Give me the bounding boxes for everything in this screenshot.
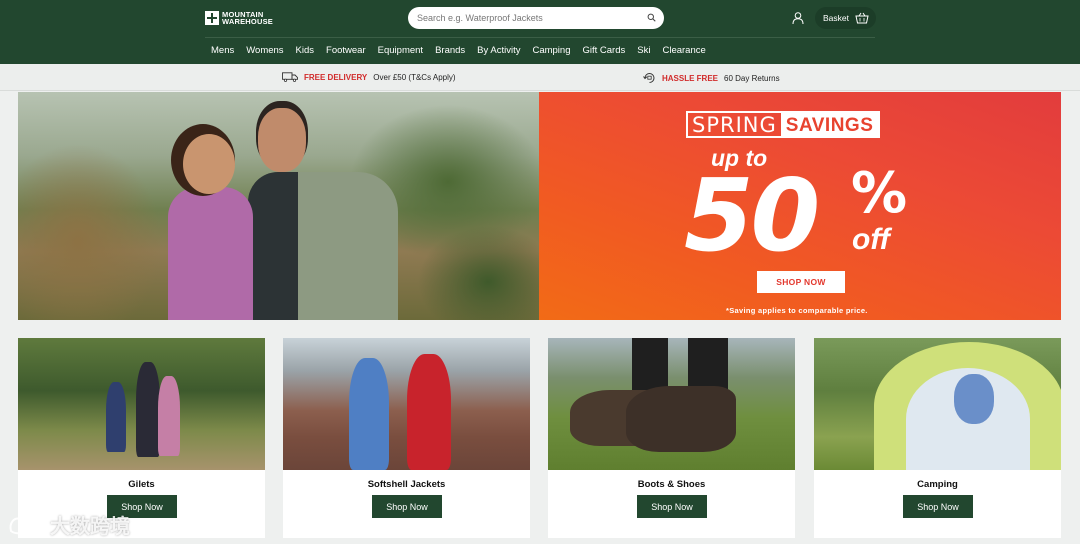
hero-shop-now-button[interactable]: SHOP NOW [757, 271, 845, 293]
promo-title-savings: SAVINGS [780, 113, 879, 136]
category-card-camping[interactable]: Camping Shop Now [814, 338, 1061, 538]
delivery-text: Over £50 (T&Cs Apply) [373, 72, 456, 82]
card-title-boots: Boots & Shoes [637, 479, 706, 490]
hero-man-head [258, 108, 306, 172]
basket-label: Basket [823, 13, 849, 23]
shop-now-button-camping[interactable]: Shop Now [903, 495, 973, 518]
gilets-photo [18, 338, 265, 470]
hero-banner[interactable]: SPRING SAVINGS up to 50 % off SHOP NOW *… [18, 92, 1061, 320]
promo-title: SPRING SAVINGS [686, 111, 881, 138]
nav-item-clearance[interactable]: Clearance [656, 44, 711, 58]
hero-promo-panel: SPRING SAVINGS up to 50 % off SHOP NOW *… [539, 92, 1061, 320]
shop-now-button-boots[interactable]: Shop Now [637, 495, 707, 518]
promo-title-spring: SPRING [692, 113, 777, 137]
gilets-figure-1 [106, 382, 126, 452]
promo-disclaimer: *Saving applies to comparable price. [726, 306, 868, 315]
nav-item-brands[interactable]: Brands [429, 44, 471, 58]
watermark-logo-icon [9, 514, 44, 534]
usp-bar: FREE DELIVERY Over £50 (T&Cs Apply) HASS… [0, 64, 1080, 91]
nav-item-ski[interactable]: Ski [631, 44, 656, 58]
nav-item-camping[interactable]: Camping [526, 44, 576, 58]
hero-woman-head [183, 134, 235, 194]
nav-item-equipment[interactable]: Equipment [372, 44, 429, 58]
nav-item-gift-cards[interactable]: Gift Cards [577, 44, 632, 58]
search-input[interactable] [417, 10, 637, 26]
category-card-gilets[interactable]: Gilets Shop Now [18, 338, 265, 538]
gilets-figure-3 [158, 376, 180, 456]
brand-logo[interactable]: MOUNTAIN WAREHOUSE [205, 11, 292, 25]
basket-icon [855, 12, 869, 24]
promo-percent-number: 50 [684, 157, 820, 274]
basket-button[interactable]: Basket [815, 7, 876, 29]
nav-divider [205, 37, 875, 38]
category-card-boots[interactable]: Boots & Shoes Shop Now [548, 338, 795, 538]
account-icon[interactable] [791, 11, 805, 25]
card-title-gilets: Gilets [128, 479, 155, 490]
gilets-figure-2 [136, 362, 160, 457]
softshell-figure-1 [349, 358, 389, 470]
watermark-text: 大数跨境 [50, 516, 130, 538]
search-icon[interactable] [647, 13, 656, 22]
camping-child [954, 374, 994, 424]
delivery-highlight: FREE DELIVERY [304, 72, 368, 82]
hero-woman-figure [168, 187, 253, 320]
site-header: MOUNTAIN WAREHOUSE Basket Mens Womens Ki… [0, 0, 1080, 64]
logo-text: MOUNTAIN WAREHOUSE [222, 11, 292, 26]
nav-item-mens[interactable]: Mens [205, 44, 240, 58]
truck-icon [282, 72, 298, 82]
boots-photo [548, 338, 795, 470]
nav-item-womens[interactable]: Womens [240, 44, 289, 58]
softshell-photo [283, 338, 530, 470]
returns-text: 60 Day Returns [724, 73, 780, 83]
main-nav: Mens Womens Kids Footwear Equipment Bran… [205, 44, 712, 58]
usp-delivery[interactable]: FREE DELIVERY Over £50 (T&Cs Apply) [282, 72, 456, 82]
promo-percent-symbol: % [851, 161, 908, 226]
logo-cross-icon [205, 11, 219, 25]
nav-item-by-activity[interactable]: By Activity [471, 44, 526, 58]
watermark: 大数跨境 [8, 510, 130, 539]
shop-now-button-softshell[interactable]: Shop Now [372, 495, 442, 518]
promo-off: off [852, 223, 890, 256]
card-title-softshell: Softshell Jackets [367, 479, 446, 490]
card-title-camping: Camping [917, 479, 958, 490]
returns-icon [643, 73, 655, 83]
softshell-figure-2 [407, 354, 451, 470]
category-cards: Gilets Shop Now Softshell Jackets Shop N… [18, 338, 1061, 538]
camping-photo [814, 338, 1061, 470]
hero-man-jacket [248, 172, 298, 320]
category-card-softshell[interactable]: Softshell Jackets Shop Now [283, 338, 530, 538]
boot-right [626, 386, 736, 452]
nav-item-kids[interactable]: Kids [290, 44, 320, 58]
nav-item-footwear[interactable]: Footwear [320, 44, 372, 58]
returns-highlight: HASSLE FREE [662, 73, 719, 83]
hero-couple-photo [18, 92, 539, 320]
search-bar [408, 7, 664, 29]
usp-returns[interactable]: HASSLE FREE 60 Day Returns [643, 72, 780, 84]
logo-line2: WAREHOUSE [222, 17, 273, 26]
